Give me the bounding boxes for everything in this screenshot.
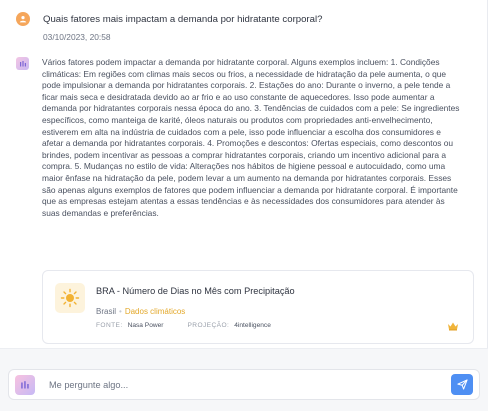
projection-value: 4intelligence: [234, 322, 271, 329]
send-icon: [456, 379, 468, 390]
chat-input[interactable]: [49, 377, 429, 393]
dataset-meta: Brasil • Dados climáticos: [96, 307, 185, 316]
source-value: Nasa Power: [127, 322, 164, 329]
assistant-answer-text: Vários fatores podem impactar a demanda …: [42, 57, 460, 218]
dataset-card[interactable]: BRA - Número de Dias no Mês com Precipit…: [42, 270, 474, 344]
source-label: FONTE:: [96, 322, 123, 329]
crown-icon: [448, 322, 458, 331]
assistant-avatar: [16, 57, 29, 70]
composer-logo: [15, 375, 35, 395]
send-button[interactable]: [451, 374, 473, 395]
dataset-category: Dados climáticos: [124, 307, 186, 316]
composer: [8, 369, 480, 400]
dataset-country: Brasil: [96, 307, 117, 316]
brand-logo-icon: [21, 381, 29, 389]
dataset-source-line: FONTE: Nasa Power PROJEÇÃO: 4intelligence: [96, 322, 271, 329]
projection-label: PROJEÇÃO:: [187, 322, 230, 329]
brand-logo-icon: [19, 60, 26, 66]
user-question-text: Quais fatores mais impactam a demanda po…: [43, 14, 323, 25]
sun-icon: [60, 288, 80, 308]
dataset-icon: [55, 283, 85, 313]
message-timestamp: 03/10/2023, 20:58: [43, 32, 111, 42]
meta-separator: •: [119, 307, 122, 316]
chat-area: Quais fatores mais impactam a demanda po…: [0, 0, 488, 348]
composer-bar: [0, 348, 488, 411]
dataset-title[interactable]: BRA - Número de Dias no Mês com Precipit…: [96, 286, 295, 296]
user-avatar: [16, 12, 30, 26]
user-icon: [19, 16, 27, 23]
